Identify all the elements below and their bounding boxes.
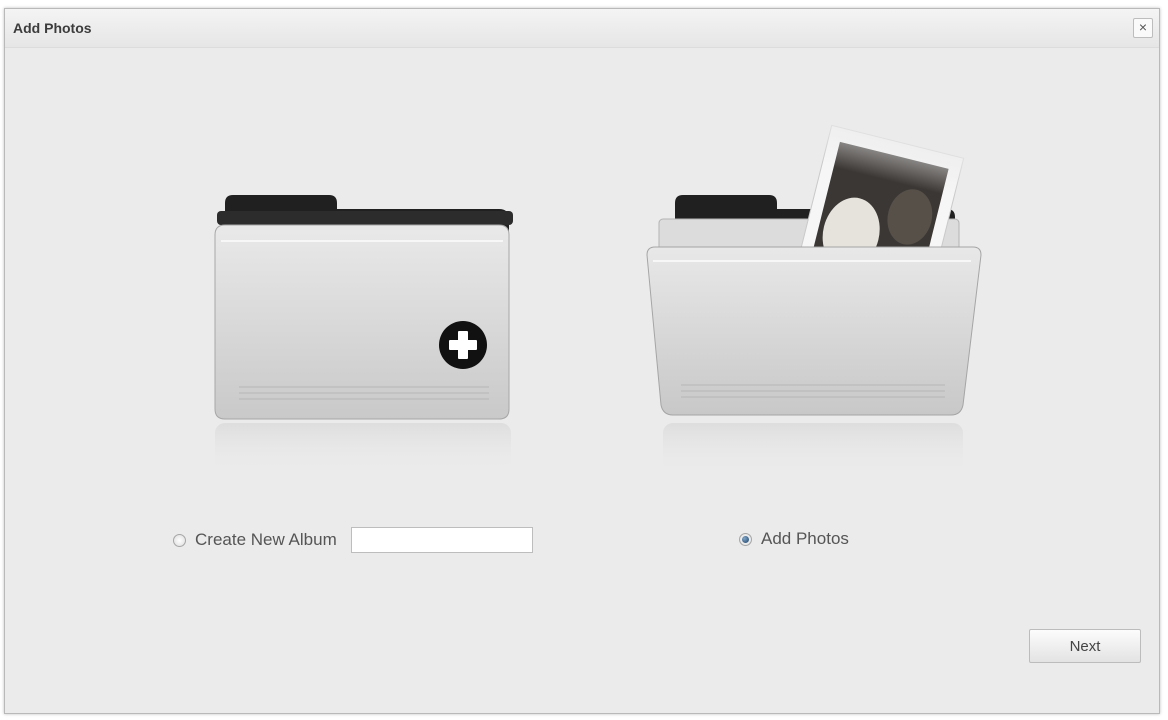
add-photos-label: Add Photos [761, 529, 849, 548]
add-photos-option: Add Photos [739, 529, 849, 549]
add-photos-radio[interactable] [739, 532, 752, 546]
new-album-folder-icon[interactable] [203, 177, 523, 477]
next-button[interactable]: Next [1029, 629, 1141, 663]
close-button[interactable]: × [1133, 18, 1153, 38]
create-album-option: Create New Album [173, 527, 533, 553]
dialog-title: Add Photos [13, 20, 92, 36]
album-name-input[interactable] [350, 527, 533, 553]
add-photos-folder-icon[interactable] [633, 99, 993, 479]
add-plus-icon [439, 321, 487, 369]
create-album-radio[interactable] [173, 533, 186, 547]
add-photos-dialog: Add Photos × Create New Album Add Photos… [4, 8, 1160, 714]
dialog-titlebar: Add Photos × [5, 9, 1159, 48]
create-album-label: Create New Album [195, 530, 337, 549]
